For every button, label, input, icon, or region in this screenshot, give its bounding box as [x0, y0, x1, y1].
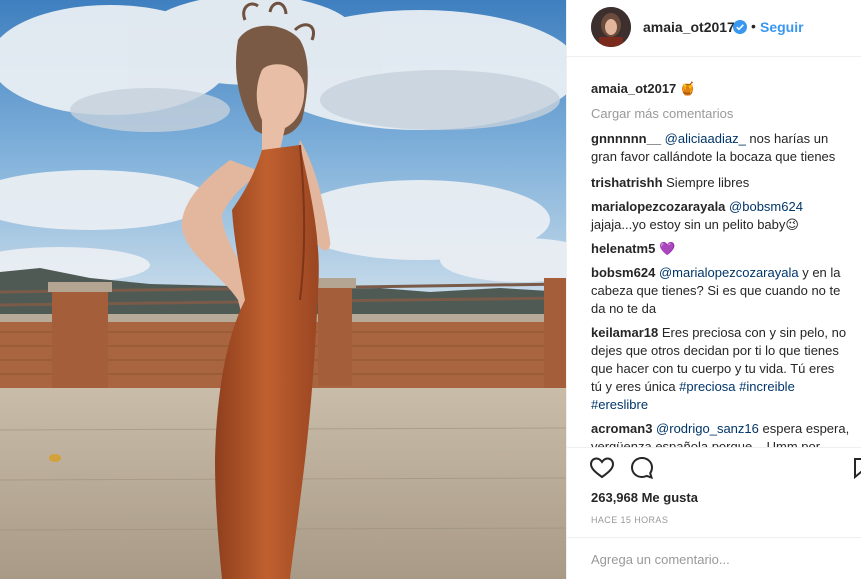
add-comment-input[interactable]: Agrega un comentario...: [591, 552, 730, 567]
comment-username[interactable]: trishatrishh: [591, 175, 663, 190]
likes-count[interactable]: 263,968 Me gusta: [591, 490, 698, 505]
comment-text: dejes que otros decidan por ti lo que ti…: [591, 343, 839, 358]
actions-divider: [567, 447, 861, 449]
comment-text: Siempre libres: [666, 175, 750, 190]
follow-button[interactable]: Seguir: [760, 19, 804, 35]
post-side-panel: amaia_ot2017 • Seguir amaia_ot2017 🍯 Car…: [566, 0, 861, 579]
comment-username[interactable]: acroman3: [591, 421, 652, 436]
comment-text: cabeza que tienes? Si es que cuando no t…: [591, 283, 841, 298]
caption-username[interactable]: amaia_ot2017: [591, 81, 676, 96]
comments-list: amaia_ot2017 🍯 Cargar más comentarios gn…: [567, 70, 861, 447]
comment-username[interactable]: bobsm624: [591, 265, 655, 280]
caption: amaia_ot2017 🍯: [591, 80, 854, 98]
post-timestamp[interactable]: HACE 15 HORAS: [591, 515, 668, 525]
save-icon[interactable]: [851, 455, 861, 481]
comment-icon[interactable]: [629, 455, 655, 481]
instagram-post: amaia_ot2017 • Seguir amaia_ot2017 🍯 Car…: [0, 0, 861, 579]
comment-username[interactable]: keilamar18: [591, 325, 658, 340]
list-item: keilamar18 Eres preciosa con y sin pelo,…: [591, 324, 854, 342]
comment-text: y en la: [798, 265, 841, 280]
header-separator: •: [751, 18, 756, 34]
photo-image: [0, 0, 566, 579]
comment-text: espera espera,: [758, 421, 850, 436]
comment-mention[interactable]: @bobsm624: [729, 199, 803, 214]
comment-mention[interactable]: @rodrigo_sanz16: [656, 421, 759, 436]
heart-icon[interactable]: [589, 455, 615, 481]
comment-username[interactable]: gnnnnnn__: [591, 131, 661, 146]
hashtag-link[interactable]: #preciosa: [679, 379, 735, 394]
comment-mention[interactable]: @marialopezcozarayala: [659, 265, 799, 280]
avatar[interactable]: [591, 7, 631, 47]
comment-text: vergüenza española porque... Umm por: [591, 439, 821, 447]
comment-text: jajaja...yo estoy sin un pelito baby😉: [591, 217, 799, 232]
header-username[interactable]: amaia_ot2017: [643, 19, 735, 35]
verified-icon: [733, 20, 747, 34]
list-item: gnnnnnn__ @aliciaadiaz_ nos harías un: [591, 130, 854, 148]
comment-text: nos harías un: [745, 131, 829, 146]
caption-emoji: 🍯: [679, 81, 697, 96]
list-item: marialopezcozarayala @bobsm624: [591, 198, 854, 216]
comment-text: da no te da: [591, 301, 657, 316]
hashtag-link[interactable]: #ereslibre: [591, 397, 648, 412]
list-item: bobsm624 @marialopezcozarayala y en la: [591, 264, 854, 282]
hashtag-link[interactable]: #increible: [739, 379, 795, 394]
comment-username[interactable]: helenatm5: [591, 241, 655, 256]
list-item: acroman3 @rodrigo_sanz16 espera espera,: [591, 420, 854, 438]
comment-text: tú y eres única: [591, 379, 680, 394]
comment-text-line: #ereslibre: [591, 396, 854, 414]
comment-text: gran favor callándote la bocaza que tien…: [591, 149, 836, 164]
comment-text: Eres preciosa con y sin pelo, no: [658, 325, 847, 340]
list-item: helenatm5 💜: [591, 240, 854, 258]
add-comment-bar: Agrega un comentario...: [567, 537, 861, 580]
comment-emoji: 💜: [658, 241, 676, 256]
comment-mention[interactable]: @aliciaadiaz_: [665, 131, 746, 146]
list-item: trishatrishh Siempre libres: [591, 174, 854, 192]
comment-text: que hacer con tu cuerpo y tu vida. Tú er…: [591, 361, 835, 376]
post-photo[interactable]: [0, 0, 566, 579]
comment-username[interactable]: marialopezcozarayala: [591, 199, 725, 214]
post-header: amaia_ot2017 • Seguir: [567, 0, 861, 57]
load-more-comments[interactable]: Cargar más comentarios: [591, 105, 854, 123]
comment-text-line: tú y eres única #preciosa #increible: [591, 378, 854, 396]
